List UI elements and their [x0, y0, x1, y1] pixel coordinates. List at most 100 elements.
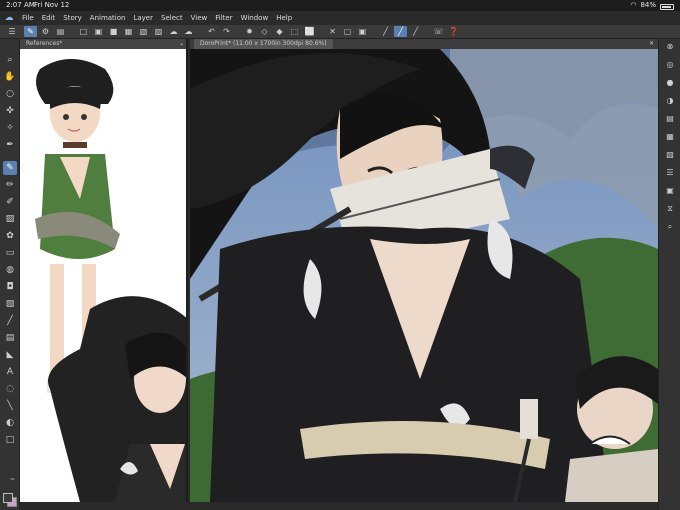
- layer-property-icon[interactable]: ▤: [663, 113, 677, 125]
- close-icon[interactable]: ✕: [649, 39, 654, 49]
- figure-icon[interactable]: ╱: [3, 314, 17, 328]
- search-layer-icon[interactable]: ⌕: [663, 221, 677, 233]
- pencil-icon[interactable]: ✏: [3, 178, 17, 192]
- stroke-icon[interactable]: ╱: [379, 26, 392, 37]
- transform-icon[interactable]: ⬚: [288, 26, 301, 37]
- color-wheel-icon[interactable]: ◑: [663, 95, 677, 107]
- app-window: 2:07 AM Fri Nov 12 ◠ 84% ☁ File Edit Sto…: [0, 0, 680, 510]
- new-file-icon[interactable]: □: [77, 26, 90, 37]
- chevron-down-icon[interactable]: ⌄: [179, 39, 184, 49]
- menu-help[interactable]: Help: [272, 14, 296, 22]
- battery-icon: [660, 3, 674, 10]
- menu-bar: ☁ File Edit Story Animation Layer Select…: [0, 11, 680, 25]
- separator: [235, 26, 241, 37]
- color-mix-icon[interactable]: ◐: [3, 416, 17, 430]
- reference-toggle-icon[interactable]: ✎: [24, 26, 37, 37]
- deselect-icon[interactable]: ✕: [326, 26, 339, 37]
- navigator-icon[interactable]: ◎: [663, 59, 677, 71]
- stabilizer-icon[interactable]: ╱: [394, 26, 407, 37]
- separator: [318, 26, 324, 37]
- wifi-icon: ◠: [630, 1, 637, 9]
- close-panel-icon[interactable]: ⊗: [663, 41, 677, 53]
- menu-edit[interactable]: Edit: [38, 14, 60, 22]
- brush-icon[interactable]: ✐: [3, 195, 17, 209]
- drawing-canvas[interactable]: [190, 49, 658, 502]
- reference-tab-label: References*: [26, 40, 63, 47]
- menu-filter[interactable]: Filter: [211, 14, 236, 22]
- loading-icon[interactable]: ✸: [243, 26, 256, 37]
- separator: [424, 26, 430, 37]
- airbrush-icon[interactable]: ▨: [3, 212, 17, 226]
- hand-icon[interactable]: ✋: [3, 70, 17, 84]
- command-bar: ✎ ⚙ ▤ □ ▣ ■ ▦ ▧ ▨ ☁ ☁ ↶ ↷ ✸ ◇ ◆ ⬚ ⬜ ✕ ▢ …: [0, 25, 680, 39]
- settings-icon[interactable]: ⚙: [39, 26, 52, 37]
- export-icon[interactable]: ▦: [122, 26, 135, 37]
- gradient-icon[interactable]: ▧: [3, 297, 17, 311]
- menu-select[interactable]: Select: [157, 14, 187, 22]
- clear-icon[interactable]: ◇: [258, 26, 271, 37]
- canvas-tab-bar: DoroPrint* (11.00 x 1700in 300dpi 80.6%)…: [190, 39, 658, 49]
- separator: [197, 26, 203, 37]
- sub-tool-detail-icon[interactable]: ☰: [663, 167, 677, 179]
- correct-line-icon[interactable]: ╲: [3, 399, 17, 413]
- menu-layer[interactable]: Layer: [129, 14, 157, 22]
- app-logo-icon[interactable]: ☁: [0, 13, 18, 23]
- menu-view[interactable]: View: [187, 14, 212, 22]
- companion-icon[interactable]: ☏: [432, 26, 445, 37]
- open-folder-icon[interactable]: ▣: [92, 26, 105, 37]
- pen-icon[interactable]: ✎: [3, 161, 17, 175]
- lasso-icon[interactable]: ○: [3, 87, 17, 101]
- ruler-icon[interactable]: ◣: [3, 348, 17, 362]
- menu-story[interactable]: Story: [59, 14, 86, 22]
- move-icon[interactable]: ✜: [3, 104, 17, 118]
- frame-icon[interactable]: ▤: [3, 331, 17, 345]
- history-icon[interactable]: ⧖: [663, 203, 677, 215]
- reference-image[interactable]: [20, 49, 188, 502]
- brush-size-icon[interactable]: ●: [663, 77, 677, 89]
- material-icon[interactable]: ▧: [663, 149, 677, 161]
- magic-wand-icon[interactable]: ✧: [3, 121, 17, 135]
- status-right: ◠ 84%: [630, 0, 674, 11]
- print-icon[interactable]: ▧: [137, 26, 150, 37]
- menu-window[interactable]: Window: [237, 14, 273, 22]
- eyedropper-icon[interactable]: ✒: [3, 138, 17, 152]
- redo-icon[interactable]: ↷: [220, 26, 233, 37]
- selection-layer-icon[interactable]: ▣: [356, 26, 369, 37]
- share-icon[interactable]: ▨: [152, 26, 165, 37]
- item-bank-icon[interactable]: ▣: [663, 185, 677, 197]
- hamburger-menu-icon[interactable]: ☰: [6, 27, 18, 37]
- text-icon[interactable]: A: [3, 365, 17, 379]
- right-toolbar: ⊗ ◎ ● ◑ ▤ ▦ ▧ ☰ ▣ ⧖ ⌕: [658, 39, 680, 510]
- crop-icon[interactable]: ⬜: [303, 26, 316, 37]
- help-icon[interactable]: ❓: [447, 26, 460, 37]
- layer-icon[interactable]: ▦: [663, 131, 677, 143]
- fill-icon[interactable]: ◆: [273, 26, 286, 37]
- main-color-swatch[interactable]: [3, 493, 13, 503]
- decoration-icon[interactable]: ✿: [3, 229, 17, 243]
- zoom-icon[interactable]: ⌕: [3, 53, 17, 67]
- menu-animation[interactable]: Animation: [86, 14, 130, 22]
- cloud-sync-icon[interactable]: ☁: [182, 26, 195, 37]
- reference-tab[interactable]: References* ⌄: [20, 39, 186, 49]
- rectangle-icon[interactable]: □: [3, 433, 17, 447]
- balloon-icon[interactable]: ◌: [3, 382, 17, 396]
- separator: [371, 26, 377, 37]
- cloud-icon[interactable]: ☁: [167, 26, 180, 37]
- menu-file[interactable]: File: [18, 14, 38, 22]
- canvas-artwork[interactable]: [190, 49, 658, 502]
- fill-bucket-icon[interactable]: ◘: [3, 280, 17, 294]
- left-toolbar: ⌕ ✋ ○ ✜ ✧ ✒ ✎ ✏ ✐ ▨ ✿ ▭ ◍ ◘ ▧ ╱ ▤ ◣ A ◌ …: [0, 39, 20, 510]
- invert-selection-icon[interactable]: ▢: [341, 26, 354, 37]
- separator: [69, 26, 75, 37]
- layers-icon[interactable]: ▤: [54, 26, 67, 37]
- eraser-icon[interactable]: ▭: [3, 246, 17, 260]
- status-time: 2:07 AM: [6, 1, 35, 9]
- ruler-icon[interactable]: ╱: [409, 26, 422, 37]
- canvas-tab[interactable]: DoroPrint* (11.00 x 1700in 300dpi 80.6%): [194, 39, 333, 49]
- blend-icon[interactable]: ◍: [3, 263, 17, 277]
- bottom-bar: [20, 502, 658, 510]
- transparent-color-icon[interactable]: ≈: [10, 476, 18, 483]
- undo-icon[interactable]: ↶: [205, 26, 218, 37]
- canvas-tab-label: DoroPrint* (11.00 x 1700in 300dpi 80.6%): [200, 40, 327, 47]
- save-icon[interactable]: ■: [107, 26, 120, 37]
